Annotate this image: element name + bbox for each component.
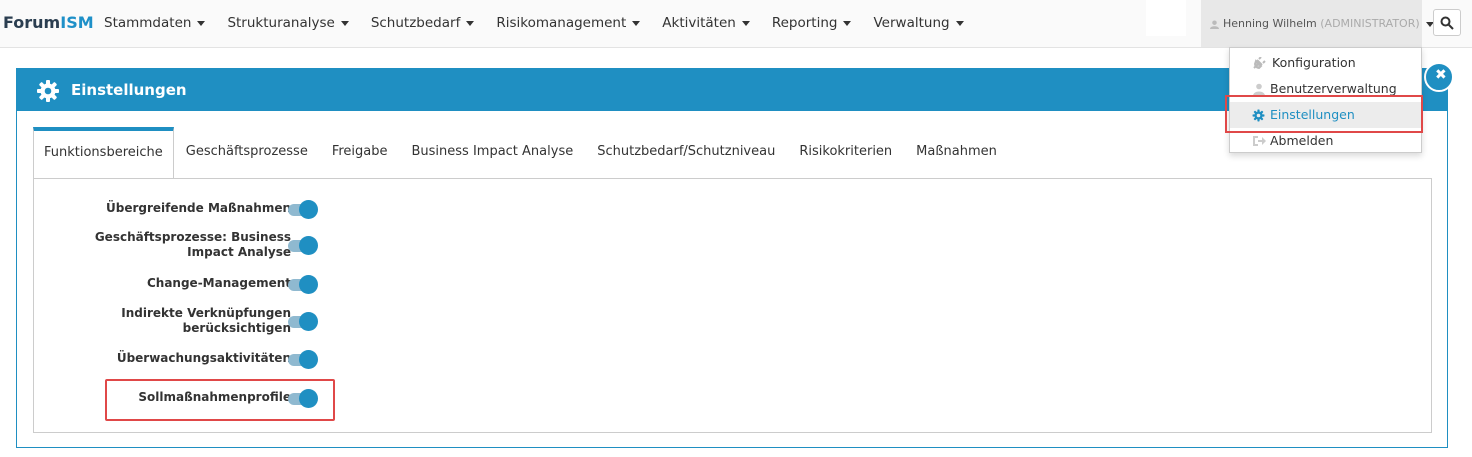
annotation-highlight-einstellungen [1225, 95, 1423, 133]
setting-row-uebergreifende-massnahmen: Übergreifende Maßnahmen [34, 199, 334, 219]
setting-row-ueberwachungsaktivitaeten: Überwachungsaktivitäten [34, 349, 334, 369]
caret-down-icon [741, 20, 750, 26]
navbar-blank-area [1146, 0, 1186, 36]
toggle-change-management[interactable] [288, 274, 318, 294]
toggle-knob [299, 275, 318, 294]
caret-down-icon [197, 20, 206, 26]
setting-label: Indirekte Verknüpfungen berücksichtigen [121, 306, 291, 335]
setting-row-business-impact-analyse: Geschäftsprozesse: Business Impact Analy… [34, 229, 334, 263]
setting-row-change-management: Change-Management [34, 274, 334, 294]
setting-label: Überwachungsaktivitäten [116, 351, 291, 365]
user-role: (ADMINISTRATOR) [1320, 17, 1420, 30]
caret-down-icon [632, 20, 641, 26]
close-icon: ✖ [1435, 67, 1447, 83]
nav-strukturanalyse[interactable]: Strukturanalyse [227, 0, 359, 47]
nav-label: Verwaltung [873, 15, 950, 31]
sign-out-icon [1253, 136, 1266, 146]
tab-massnahmen[interactable]: Maßnahmen [904, 127, 1009, 177]
nav-label: Schutzbedarf [370, 15, 461, 31]
dropdown-item-konfiguration[interactable]: Konfiguration [1230, 50, 1421, 76]
setting-label: Geschäftsprozesse: Business Impact Analy… [94, 230, 291, 259]
nav-label: Aktivitäten [662, 15, 736, 31]
user-icon [1210, 19, 1219, 29]
nav-label: Stammdaten [104, 15, 192, 31]
nav-reporting[interactable]: Reporting [772, 0, 863, 47]
top-navbar: ForumISM Stammdaten Strukturanalyse Schu… [0, 0, 1472, 48]
search-icon [1440, 16, 1454, 30]
tab-risikokriterien[interactable]: Risikokriterien [787, 127, 904, 177]
gear-icon [37, 80, 59, 102]
nav-label: Strukturanalyse [227, 15, 335, 31]
search-button[interactable] [1433, 9, 1461, 36]
panel-title: Einstellungen [71, 81, 187, 99]
nav-stammdaten[interactable]: Stammdaten [104, 0, 216, 47]
nav-schutzbedarf[interactable]: Schutzbedarf [371, 0, 486, 47]
tab-geschaeftsprozesse[interactable]: Geschäftsprozesse [174, 127, 320, 177]
brand-logo[interactable]: ForumISM [3, 13, 94, 32]
setting-row-indirekte-verknuepfungen: Indirekte Verknüpfungen berücksichtigen [34, 305, 334, 339]
brand-text: Forum [3, 13, 61, 32]
tab-business-impact-analyse[interactable]: Business Impact Analyse [399, 127, 585, 177]
dropdown-item-label: Konfiguration [1272, 55, 1356, 70]
toggle-knob [299, 350, 318, 369]
toggle-knob [299, 312, 318, 331]
tab-schutzbedarf-schutzniveau[interactable]: Schutzbedarf/Schutzniveau [585, 127, 787, 177]
toggle-uebergreifende-massnahmen[interactable] [288, 199, 318, 219]
caret-down-icon [955, 20, 964, 26]
toggle-knob [299, 200, 318, 219]
brand-text-accent: ISM [60, 13, 94, 32]
caret-down-icon [340, 20, 349, 26]
nav-label: Reporting [771, 15, 838, 31]
annotation-highlight-sollmassnahmenprofile [105, 379, 335, 421]
user-menu-toggle[interactable]: Henning Wilhelm (ADMINISTRATOR) [1201, 0, 1434, 47]
plug-icon [1253, 57, 1266, 70]
nav-verwaltung[interactable]: Verwaltung [873, 0, 974, 47]
toggle-knob [299, 236, 318, 255]
toggle-indirekte-verknuepfungen[interactable] [288, 311, 318, 331]
setting-label: Change-Management [146, 276, 291, 290]
tab-funktionsbereiche[interactable]: Funktionsbereiche [33, 127, 174, 178]
panel-close-button[interactable]: ✖ [1424, 62, 1454, 92]
main-menu: Stammdaten Strukturanalyse Schutzbedarf … [104, 0, 986, 47]
tab-freigabe[interactable]: Freigabe [320, 127, 400, 177]
nav-label: Risikomanagement [496, 15, 627, 31]
caret-down-icon [466, 20, 475, 26]
settings-tabs: Funktionsbereiche Geschäftsprozesse Frei… [33, 127, 1009, 178]
nav-risikomanagement[interactable]: Risikomanagement [496, 0, 651, 47]
toggle-ueberwachungsaktivitaeten[interactable] [288, 349, 318, 369]
nav-aktivitaeten[interactable]: Aktivitäten [662, 0, 761, 47]
caret-down-icon [843, 20, 852, 26]
user-name: Henning Wilhelm [1223, 17, 1317, 30]
toggle-business-impact-analyse[interactable] [288, 235, 318, 255]
setting-label: Übergreifende Maßnahmen [106, 201, 291, 215]
